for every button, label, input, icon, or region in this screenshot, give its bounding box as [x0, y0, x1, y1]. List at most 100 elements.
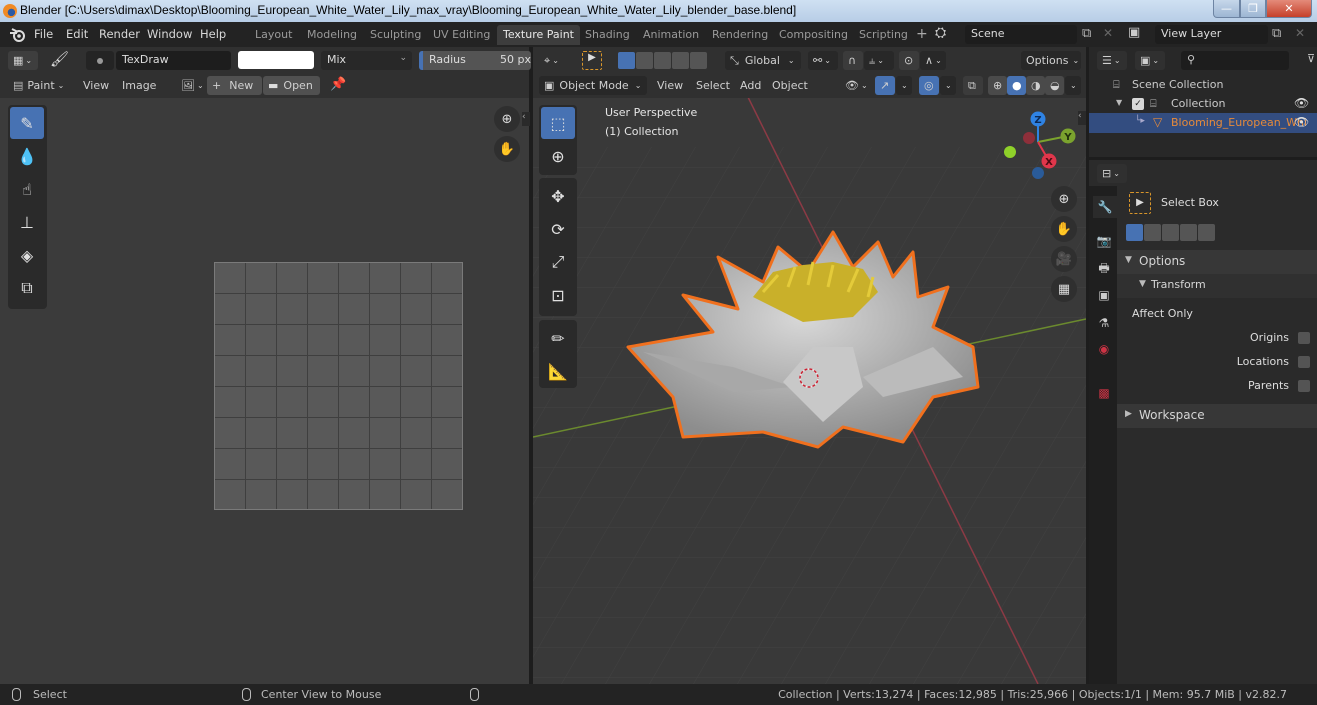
- annotate-icon[interactable]: ✏: [541, 322, 575, 354]
- select-intersect-mode[interactable]: [1198, 224, 1215, 241]
- snap-toggle-icon[interactable]: ∩: [843, 51, 863, 70]
- wireframe-shading-icon[interactable]: ⊕: [988, 76, 1007, 95]
- proportional-edit-icon[interactable]: ⊙: [899, 51, 919, 70]
- menu-view[interactable]: View: [83, 79, 109, 92]
- mask-icon[interactable]: ⧉: [10, 272, 44, 304]
- tool-properties-tab-icon[interactable]: 🔧: [1093, 196, 1117, 218]
- editor-type-button[interactable]: ☰ ⌄: [1097, 51, 1127, 70]
- perspective-toggle-icon[interactable]: ▦: [1051, 276, 1077, 302]
- soften-icon[interactable]: 💧: [10, 140, 44, 172]
- new-image-button[interactable]: + New: [207, 76, 262, 95]
- sidebar-toggle-icon[interactable]: ‹: [522, 112, 530, 126]
- navigation-gizmo[interactable]: Z Y X: [993, 107, 1083, 182]
- outliner-row-collection[interactable]: ▼ ✓ ⌸ Collection 👁: [1089, 94, 1317, 114]
- render-properties-tab-icon[interactable]: 📷: [1093, 230, 1115, 252]
- options-dropdown[interactable]: Options ⌄: [1021, 51, 1081, 70]
- scene-field[interactable]: Scene: [965, 25, 1077, 44]
- outliner-row-object[interactable]: └▸ ▽ Blooming_European_Whi 👁: [1089, 113, 1317, 133]
- menu-edit[interactable]: Edit: [66, 27, 88, 41]
- shading-dropdown[interactable]: ⌄: [1065, 76, 1081, 95]
- select-invert-mode[interactable]: [1180, 224, 1197, 241]
- menu-image[interactable]: Image: [122, 79, 156, 92]
- expand-icon[interactable]: ▼: [1116, 98, 1122, 107]
- view-layer-properties-tab-icon[interactable]: ▣: [1093, 284, 1115, 306]
- brush-name-field[interactable]: TexDraw: [116, 51, 231, 70]
- menu-file[interactable]: File: [34, 27, 53, 41]
- parents-checkbox[interactable]: [1298, 380, 1310, 392]
- origins-checkbox[interactable]: [1298, 332, 1310, 344]
- visibility-dropdown[interactable]: 👁 ⌄: [840, 76, 870, 95]
- close-button[interactable]: ✕: [1266, 0, 1312, 18]
- scale-icon[interactable]: ⤢: [541, 246, 575, 278]
- menu-object[interactable]: Object: [767, 76, 813, 95]
- editor-type-button[interactable]: ⌖ ⌄: [539, 51, 569, 70]
- delete-scene-icon[interactable]: ✕: [1103, 26, 1113, 40]
- mode-dropdown[interactable]: ▣ Object Mode ⌄: [539, 76, 647, 95]
- camera-view-icon[interactable]: 🎥: [1051, 246, 1077, 272]
- select-subtract-mode[interactable]: [1162, 224, 1179, 241]
- new-view-layer-icon[interactable]: ⧉: [1272, 26, 1281, 41]
- select-subtract-mode[interactable]: [654, 52, 671, 69]
- select-extend-mode[interactable]: [1144, 224, 1161, 241]
- menu-select[interactable]: Select: [691, 76, 733, 95]
- scene-properties-tab-icon[interactable]: ⚗: [1093, 312, 1115, 334]
- collection-exclude-checkbox[interactable]: ✓: [1132, 98, 1144, 110]
- rendered-shading-icon[interactable]: ◒: [1045, 76, 1064, 95]
- pan-view-icon[interactable]: ✋: [494, 136, 520, 162]
- select-intersect-mode[interactable]: [690, 52, 707, 69]
- add-workspace-button[interactable]: +: [916, 26, 928, 42]
- overlay-dropdown[interactable]: ⌄: [940, 76, 956, 95]
- gizmo-dropdown[interactable]: ⌄: [896, 76, 912, 95]
- select-new-mode[interactable]: [1126, 224, 1143, 241]
- pin-icon[interactable]: 📌: [330, 77, 346, 92]
- editor-type-button[interactable]: ▦ ⌄: [8, 51, 38, 70]
- smear-icon[interactable]: ☝: [10, 173, 44, 205]
- display-mode-dropdown[interactable]: ▣ ⌄: [1135, 51, 1165, 70]
- solid-shading-icon[interactable]: ●: [1007, 76, 1026, 95]
- select-invert-mode[interactable]: [672, 52, 689, 69]
- new-scene-icon[interactable]: ⧉: [1082, 26, 1091, 41]
- filter-icon[interactable]: ⊽: [1307, 52, 1315, 65]
- tab-shading[interactable]: Shading: [579, 25, 636, 45]
- sidebar-toggle-icon[interactable]: ‹: [1078, 111, 1086, 125]
- menu-window[interactable]: Window: [147, 27, 192, 41]
- cursor-icon[interactable]: ⊕: [541, 140, 575, 172]
- blend-mode-dropdown[interactable]: Mix ⌄: [321, 51, 412, 70]
- menu-help[interactable]: Help: [200, 27, 226, 41]
- blender-menu-icon[interactable]: [9, 27, 25, 42]
- paint-mode-dropdown[interactable]: ▤ Paint ⌄: [8, 76, 72, 95]
- select-box-tool-icon[interactable]: ▶: [582, 51, 602, 70]
- fill-icon[interactable]: ◈: [10, 239, 44, 271]
- tab-rendering[interactable]: Rendering: [706, 25, 774, 45]
- tab-scripting[interactable]: Scripting: [853, 25, 914, 45]
- zoom-view-icon[interactable]: ⊕: [494, 106, 520, 132]
- transform-icon[interactable]: ⊡: [541, 279, 575, 311]
- rotate-icon[interactable]: ⟳: [541, 213, 575, 245]
- snap-target-dropdown[interactable]: ⫨ ⌄: [864, 51, 894, 70]
- overlay-toggle-icon[interactable]: ◎: [919, 76, 939, 95]
- texture-properties-tab-icon[interactable]: ▩: [1093, 382, 1115, 404]
- locations-checkbox[interactable]: [1298, 356, 1310, 368]
- paint-canvas-image[interactable]: [214, 262, 463, 510]
- options-panel-header[interactable]: ▼ Options: [1117, 250, 1317, 274]
- pivot-point-dropdown[interactable]: ⚯ ⌄: [808, 51, 838, 70]
- view-layer-field[interactable]: View Layer: [1155, 25, 1268, 44]
- gizmo-toggle-icon[interactable]: ↗: [875, 76, 895, 95]
- transform-orientation-dropdown[interactable]: ⤡ Global ⌄: [725, 51, 801, 70]
- outliner-row-scene-collection[interactable]: ⌸ Scene Collection: [1089, 75, 1317, 95]
- radius-slider[interactable]: Radius 50 px: [419, 51, 531, 70]
- pan-view-icon[interactable]: ✋: [1051, 216, 1077, 242]
- select-box-icon[interactable]: ⬚: [541, 107, 575, 139]
- 3d-viewport[interactable]: User Perspective (1) Collection Z Y X ⊕ …: [533, 47, 1086, 684]
- select-extend-mode[interactable]: [636, 52, 653, 69]
- falloff-dropdown[interactable]: ∧ ⌄: [920, 51, 946, 70]
- brush-color-swatch[interactable]: [238, 51, 314, 69]
- minimize-button[interactable]: —: [1213, 0, 1240, 18]
- zoom-view-icon[interactable]: ⊕: [1051, 186, 1077, 212]
- tab-sculpting[interactable]: Sculpting: [364, 25, 427, 45]
- clone-stamp-icon[interactable]: ⊥: [10, 206, 44, 238]
- brush-preview-icon[interactable]: [86, 51, 114, 70]
- menu-add[interactable]: Add: [735, 76, 765, 95]
- move-icon[interactable]: ✥: [541, 180, 575, 212]
- xray-toggle-icon[interactable]: ⧉: [963, 76, 983, 95]
